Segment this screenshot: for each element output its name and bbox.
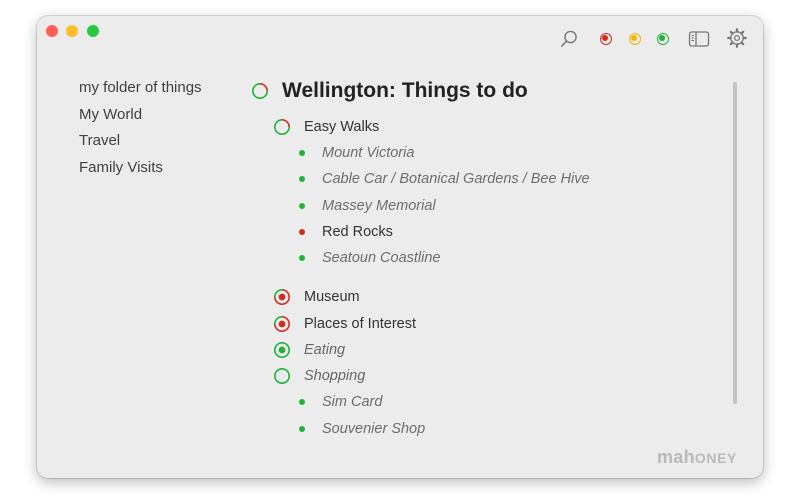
list-item[interactable]: Mount Victoria [299,141,414,165]
green-filter-icon [657,33,669,45]
status-ring-icon[interactable] [273,315,291,333]
item-label: Mount Victoria [322,145,415,161]
sidebar-item-my-folder-of-things[interactable]: my folder of things [79,79,249,106]
sidebar-toggle-icon [688,31,710,47]
list-item[interactable]: Seatoun Coastline [299,246,441,270]
brand-logo: mahONEY [657,447,737,468]
status-ring-icon[interactable] [273,288,291,306]
sidebar-item-family-visits[interactable]: Family Visits [79,159,249,186]
page-title-row[interactable]: Wellington: Things to do [251,76,528,106]
list-item[interactable]: Eating [273,338,345,362]
item-label: Sim Card [322,394,383,410]
list-item[interactable]: Easy Walks [273,115,379,139]
outline-view: Wellington: Things to do Easy Walks Moun… [251,72,731,446]
page-title: Wellington: Things to do [282,79,528,102]
list-item[interactable]: Sim Card [299,390,382,414]
filter-red-button[interactable] [596,29,616,49]
gear-icon [727,28,747,48]
status-dot-icon[interactable] [299,426,305,432]
vertical-scrollbar[interactable] [732,80,740,424]
status-ring-icon[interactable] [273,341,291,359]
item-label: Shopping [304,368,366,384]
item-label: Eating [304,342,346,358]
filter-yellow-button[interactable] [625,29,645,49]
item-label: Museum [304,289,360,305]
list-item[interactable]: Shopping [273,364,365,388]
status-ring-icon[interactable] [273,367,291,385]
item-label: Easy Walks [304,119,380,135]
item-label: Cable Car / Botanical Gardens / Bee Hive [322,171,590,187]
status-dot-icon[interactable] [299,399,305,405]
app-window: my folder of things My World Travel Fami… [37,16,763,478]
close-window-button[interactable] [46,25,58,37]
status-dot-icon[interactable] [299,176,305,182]
list-item[interactable]: Cable Car / Botanical Gardens / Bee Hive [299,167,590,191]
status-dot-icon[interactable] [299,203,305,209]
item-label: Places of Interest [304,316,417,332]
brand-logo-prefix: mah [657,447,695,467]
list-item[interactable]: Souvenier Shop [299,417,425,441]
toggle-sidebar-button[interactable] [688,28,710,50]
status-dot-icon[interactable] [299,255,305,261]
zoom-window-button[interactable] [87,25,99,37]
sidebar-item-travel[interactable]: Travel [79,132,249,159]
yellow-filter-icon [629,33,641,45]
item-label: Massey Memorial [322,198,436,214]
status-ring-icon[interactable] [273,118,291,136]
search-button[interactable] [558,28,580,50]
scrollbar-thumb[interactable] [733,82,737,404]
status-ring-icon[interactable] [251,82,269,100]
list-item[interactable]: Red Rocks [299,220,393,244]
red-filter-icon [600,33,612,45]
list-item[interactable]: Museum [273,285,360,309]
item-label: Souvenier Shop [322,421,426,437]
minimize-window-button[interactable] [66,25,78,37]
status-dot-icon[interactable] [299,229,305,235]
brand-logo-suffix: ONEY [694,450,737,466]
list-item[interactable]: Places of Interest [273,312,416,336]
settings-button[interactable] [726,27,748,49]
list-item[interactable]: Massey Memorial [299,194,436,218]
filter-green-button[interactable] [653,29,673,49]
sidebar: my folder of things My World Travel Fami… [79,79,249,185]
item-label: Seatoun Coastline [322,250,441,266]
item-label: Red Rocks [322,224,393,240]
sidebar-item-my-world[interactable]: My World [79,106,249,133]
magnifier-icon [560,30,577,47]
status-dot-icon[interactable] [299,150,305,156]
